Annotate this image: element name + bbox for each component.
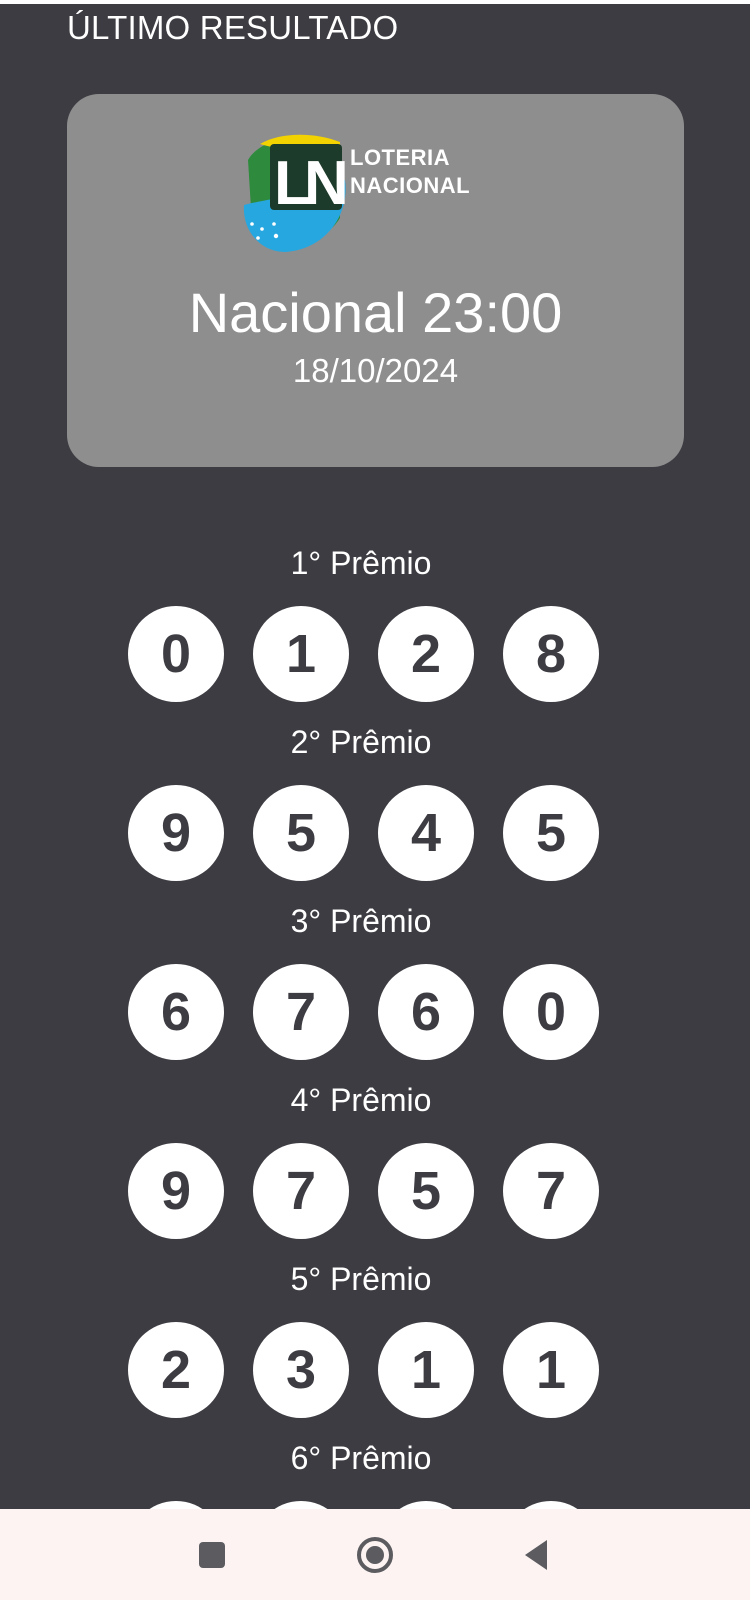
- prize-label: 1° Prêmio: [290, 545, 432, 581]
- app-screen: ÚLTIMO RESULTADO L N LOTERIA NACIONAL Na…: [0, 0, 750, 1600]
- prize-label: 6° Prêmio: [290, 1440, 432, 1476]
- number-ball: 5: [503, 785, 599, 881]
- status-bar-edge: [0, 0, 750, 4]
- number-ball: 5: [253, 785, 349, 881]
- prize-number: 0 1 2 8: [128, 606, 628, 702]
- number-ball: 2: [128, 1322, 224, 1418]
- number-ball: 9: [128, 785, 224, 881]
- back-button[interactable]: [492, 1509, 582, 1600]
- recents-button[interactable]: [167, 1509, 257, 1600]
- svg-text:N: N: [304, 149, 349, 218]
- circle-icon: [357, 1536, 393, 1573]
- draw-name: Nacional 23:00: [188, 281, 563, 344]
- number-ball: 0: [128, 606, 224, 702]
- prize-row: 3° Prêmio 6 7 6 0: [0, 903, 750, 1082]
- prize-number: 6 7 6 0: [128, 964, 628, 1060]
- latest-result-card[interactable]: L N LOTERIA NACIONAL Nacional 23:00 18/1…: [67, 94, 684, 467]
- prize-number: 9 5 4 5: [128, 785, 628, 881]
- logo-text-line1: LOTERIA: [350, 145, 451, 170]
- number-ball: 7: [253, 1143, 349, 1239]
- prize-label: 5° Prêmio: [290, 1261, 432, 1297]
- prize-label: 3° Prêmio: [290, 903, 432, 939]
- triangle-back-icon: [525, 1539, 547, 1570]
- prize-row: 4° Prêmio 9 7 5 7: [0, 1082, 750, 1261]
- prize-list: 1° Prêmio 0 1 2 8 2° Prêmio 9 5 4 5 3° P…: [0, 545, 750, 1600]
- number-ball: 1: [378, 1322, 474, 1418]
- number-ball: 3: [253, 1322, 349, 1418]
- prize-row: 1° Prêmio 0 1 2 8: [0, 545, 750, 724]
- section-title: ÚLTIMO RESULTADO: [67, 9, 399, 46]
- prize-row: 2° Prêmio 9 5 4 5: [0, 724, 750, 903]
- prize-number: 9 7 5 7: [128, 1143, 628, 1239]
- number-ball: 4: [378, 785, 474, 881]
- draw-date: 18/10/2024: [292, 352, 459, 389]
- prize-row: 5° Prêmio 2 3 1 1: [0, 1261, 750, 1440]
- number-ball: 2: [378, 606, 474, 702]
- prize-label: 2° Prêmio: [290, 724, 432, 760]
- system-navigation-bar: [0, 1509, 750, 1600]
- number-ball: 1: [503, 1322, 599, 1418]
- square-icon: [199, 1541, 225, 1568]
- number-ball: 8: [503, 606, 599, 702]
- loteria-nacional-logo: L N LOTERIA NACIONAL: [230, 130, 520, 260]
- number-ball: 9: [128, 1143, 224, 1239]
- number-ball: 0: [503, 964, 599, 1060]
- prize-number: 2 3 1 1: [128, 1322, 628, 1418]
- number-ball: 5: [378, 1143, 474, 1239]
- prize-label: 4° Prêmio: [290, 1082, 432, 1118]
- home-button[interactable]: [330, 1509, 420, 1600]
- number-ball: 7: [503, 1143, 599, 1239]
- logo-wordmark: LOTERIA NACIONAL: [350, 144, 470, 200]
- logo-text-line2: NACIONAL: [350, 173, 471, 198]
- number-ball: 6: [128, 964, 224, 1060]
- number-ball: 6: [378, 964, 474, 1060]
- number-ball: 7: [253, 964, 349, 1060]
- number-ball: 1: [253, 606, 349, 702]
